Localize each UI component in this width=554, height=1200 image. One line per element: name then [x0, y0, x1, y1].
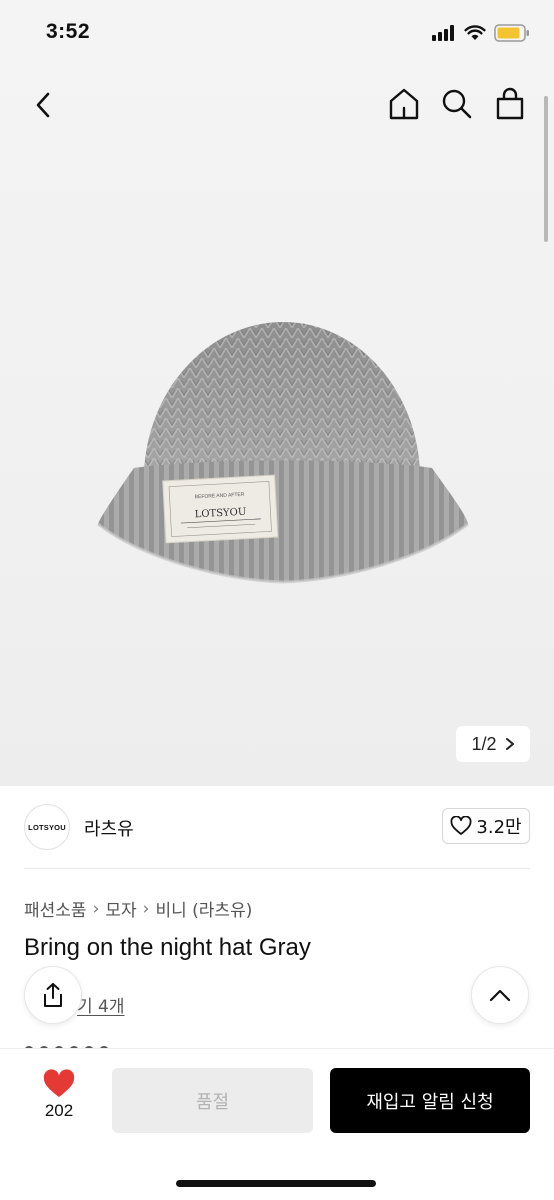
- chevron-right-icon: ›: [92, 898, 100, 919]
- breadcrumb-item[interactable]: 패션소품: [24, 896, 87, 921]
- share-button[interactable]: [24, 966, 82, 1024]
- cart-button[interactable]: [492, 84, 528, 124]
- heart-outline-icon: [450, 816, 472, 835]
- divider: [24, 868, 530, 869]
- scroll-top-button[interactable]: [471, 966, 529, 1024]
- review-link[interactable]: 기 4개: [77, 992, 125, 1017]
- product-title: Bring on the night hat Gray: [24, 934, 311, 961]
- brand-name[interactable]: 라츠유: [84, 815, 134, 841]
- scroll-indicator[interactable]: [544, 96, 548, 242]
- bottom-action-bar: 202 품절 재입고 알림 신청: [0, 1048, 554, 1200]
- chevron-right-icon: [505, 738, 514, 750]
- knit-beanie-image: BEFORE AND AFTER LOTSYOU: [97, 322, 469, 584]
- chevron-up-icon: [489, 989, 511, 1002]
- brand-like-button[interactable]: 3.2만: [442, 808, 530, 844]
- bag-icon: [496, 87, 524, 120]
- wish-count: 202: [44, 1101, 74, 1120]
- brand-row: LOTSYOU 라츠유 3.2만: [0, 786, 554, 868]
- breadcrumb: 패션소품 › 모자 › 비니 (라츠유): [24, 896, 252, 922]
- share-icon: [44, 983, 62, 1007]
- breadcrumb-item[interactable]: 모자: [105, 896, 136, 921]
- search-icon: [442, 89, 472, 119]
- status-bar: 3:52: [0, 0, 554, 66]
- home-indicator: [176, 1180, 376, 1187]
- brand-like-count: 3.2만: [476, 817, 522, 838]
- status-icons: [432, 24, 530, 42]
- image-counter[interactable]: 1/2: [456, 726, 530, 762]
- search-button[interactable]: [439, 84, 475, 124]
- brand-logo[interactable]: LOTSYOU: [24, 804, 70, 850]
- soldout-button[interactable]: 품절: [112, 1068, 313, 1133]
- top-navigation: [0, 80, 554, 130]
- image-counter-text: 1/2: [471, 733, 497, 754]
- home-icon: [389, 88, 419, 120]
- status-time: 3:52: [46, 20, 91, 43]
- brand-logo-text: LOTSYOU: [28, 822, 66, 832]
- home-button[interactable]: [386, 84, 422, 124]
- chevron-right-icon: ›: [142, 898, 150, 919]
- product-image: BEFORE AND AFTER LOTSYOU: [94, 318, 472, 614]
- breadcrumb-item[interactable]: 비니 (라츠유): [155, 896, 252, 921]
- back-button[interactable]: [26, 86, 60, 124]
- wifi-icon: [464, 25, 486, 40]
- product-image-gallery[interactable]: 3:52 BEFORE AND AFTER LOTSYOU 1/2: [0, 0, 554, 786]
- heart-icon: [43, 1069, 75, 1097]
- restock-alert-button[interactable]: 재입고 알림 신청: [330, 1068, 530, 1133]
- back-icon: [36, 92, 50, 118]
- wish-button[interactable]: 202: [32, 1069, 86, 1121]
- battery-icon: [494, 24, 529, 42]
- signal-icon: [432, 25, 454, 41]
